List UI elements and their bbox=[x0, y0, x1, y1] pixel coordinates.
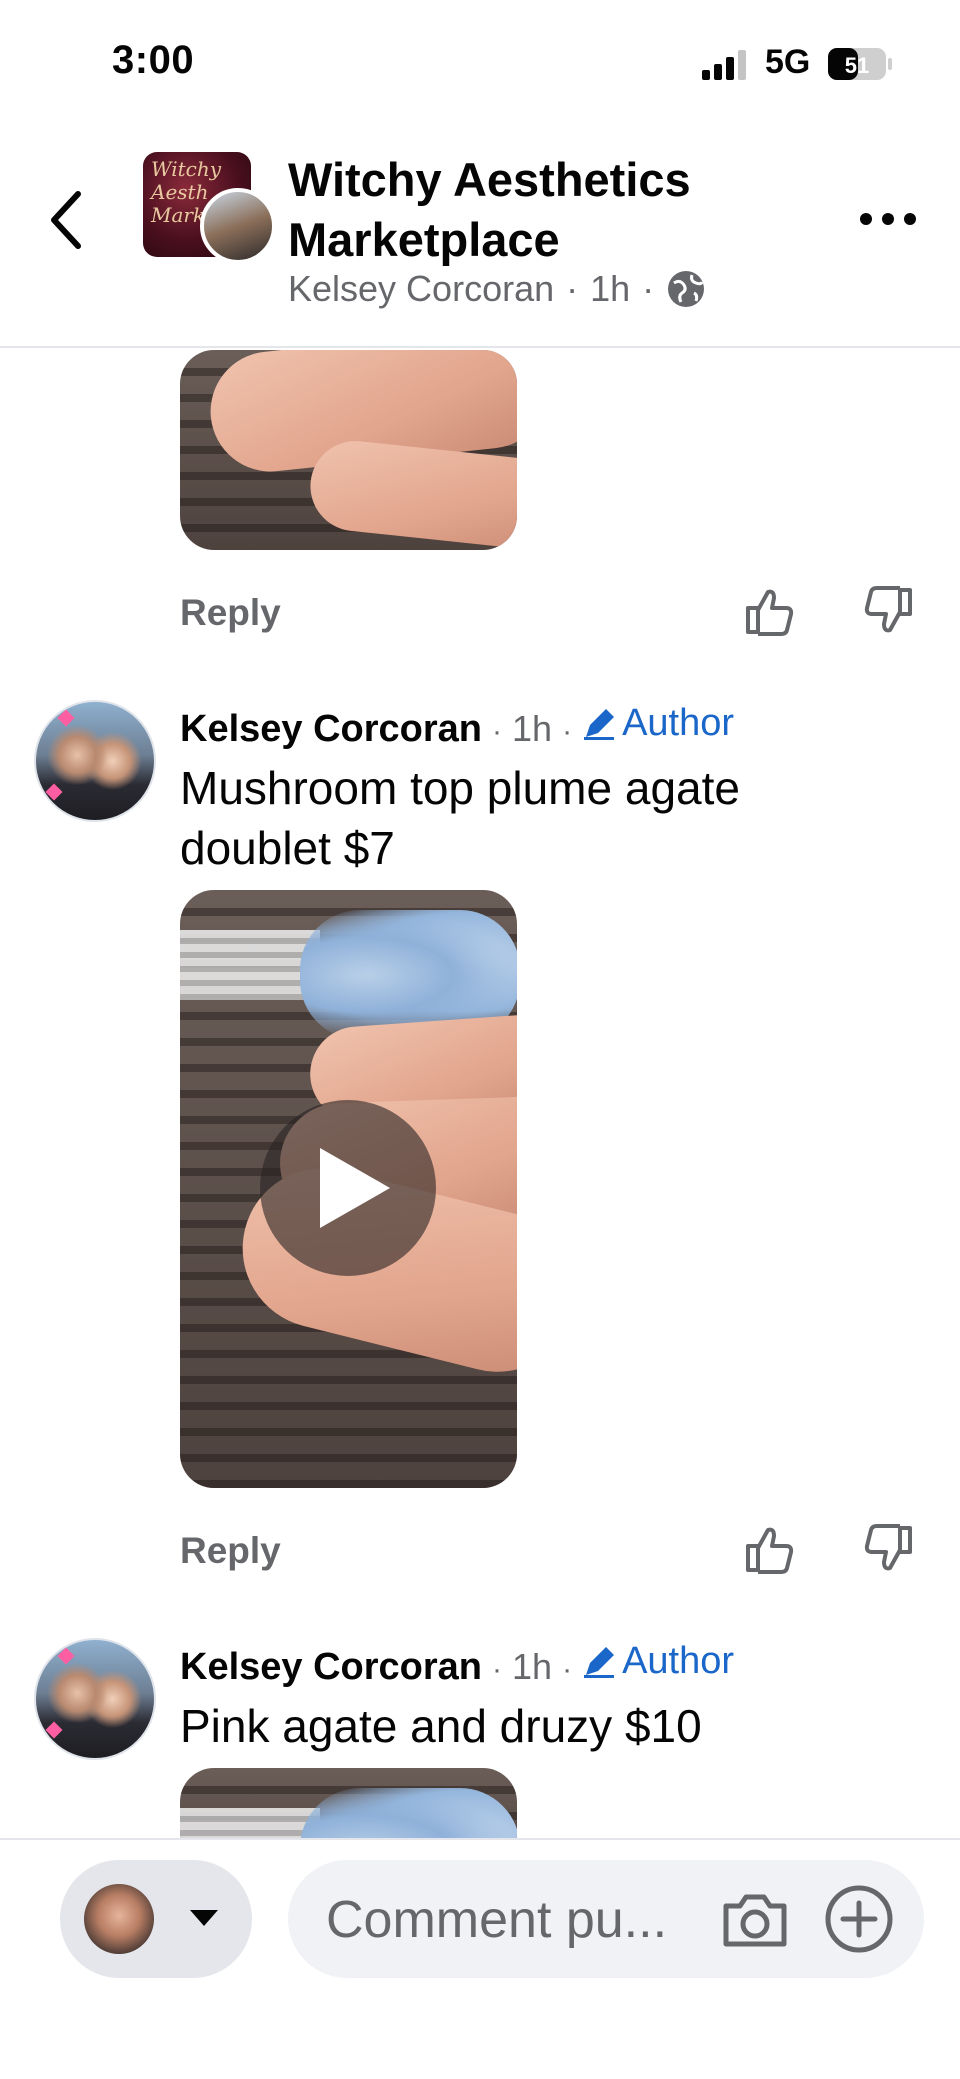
thumbs-up-icon[interactable] bbox=[742, 584, 796, 638]
add-icon[interactable] bbox=[824, 1884, 894, 1954]
author-badge: Author bbox=[582, 1640, 734, 1683]
comment-header: Kelsey Corcoran · 1h · Author bbox=[180, 1640, 734, 1689]
play-button[interactable] bbox=[260, 1100, 436, 1276]
back-arrow-icon[interactable] bbox=[44, 180, 92, 260]
commenter-name[interactable]: Kelsey Corcoran bbox=[180, 1646, 482, 1689]
pencil-icon bbox=[584, 708, 615, 740]
camera-icon[interactable] bbox=[720, 1890, 790, 1950]
heart-decoration bbox=[57, 1647, 75, 1665]
author-badge: Author bbox=[582, 702, 734, 745]
globe-icon bbox=[668, 271, 705, 307]
post-header: Witchy Aesth Mark Witchy Aesthetics Market… bbox=[0, 130, 960, 348]
play-icon bbox=[320, 1148, 390, 1228]
post-time[interactable]: 1h bbox=[590, 268, 630, 310]
comment-time[interactable]: 1h bbox=[512, 1646, 552, 1688]
thumbs-down-icon[interactable] bbox=[862, 1522, 916, 1576]
comment-header: Kelsey Corcoran · 1h · Author bbox=[180, 702, 734, 751]
author-badge-label: Author bbox=[622, 702, 735, 744]
comment-text: Pink agate and druzy $10 bbox=[180, 1700, 702, 1752]
video-blinds bbox=[180, 930, 320, 1000]
thumbs-up-icon[interactable] bbox=[742, 1522, 796, 1576]
comment-actions: Reply bbox=[0, 584, 960, 644]
comment-time[interactable]: 1h bbox=[512, 708, 552, 750]
battery-icon: 51 bbox=[828, 48, 892, 80]
comment-composer: Comment pu... bbox=[0, 1838, 960, 2079]
reply-button[interactable]: Reply bbox=[180, 592, 281, 634]
group-title[interactable]: Witchy Aesthetics Marketplace bbox=[288, 150, 848, 270]
pencil-icon bbox=[584, 1646, 615, 1678]
author-avatar[interactable] bbox=[200, 188, 276, 264]
heart-decoration bbox=[45, 783, 63, 801]
network-label: 5G bbox=[765, 43, 811, 81]
profile-switcher[interactable] bbox=[60, 1860, 252, 1978]
heart-decoration bbox=[57, 709, 75, 727]
separator-dot: · bbox=[562, 1652, 573, 1686]
post-byline: Kelsey Corcoran · 1h · bbox=[288, 268, 706, 310]
status-bar: 3:00 5G 51 bbox=[0, 0, 960, 130]
separator-dot: · bbox=[492, 1652, 503, 1686]
heart-decoration bbox=[45, 1721, 63, 1739]
separator-dot: · bbox=[562, 714, 573, 748]
separator-dot: · bbox=[566, 268, 579, 309]
commenter-avatar[interactable] bbox=[34, 700, 156, 822]
thumbs-down-icon[interactable] bbox=[862, 584, 916, 638]
commenter-name[interactable]: Kelsey Corcoran bbox=[180, 708, 482, 751]
comment-text: Mushroom top plume agate doublet $7 bbox=[180, 762, 740, 874]
post-author[interactable]: Kelsey Corcoran bbox=[288, 268, 554, 310]
separator-dot: · bbox=[492, 714, 503, 748]
current-user-avatar bbox=[84, 1884, 154, 1954]
status-time: 3:00 bbox=[112, 38, 195, 82]
comment-actions: Reply bbox=[0, 1522, 960, 1582]
author-badge-label: Author bbox=[622, 1640, 735, 1682]
comment-video[interactable] bbox=[180, 890, 517, 1488]
reply-button[interactable]: Reply bbox=[180, 1530, 281, 1572]
more-options-icon[interactable] bbox=[858, 204, 918, 234]
separator-dot: · bbox=[642, 268, 655, 309]
caret-down-icon bbox=[190, 1910, 218, 1926]
comment-input[interactable]: Comment pu... bbox=[288, 1860, 924, 1978]
battery-level: 51 bbox=[845, 53, 869, 78]
comment-photo[interactable] bbox=[180, 350, 517, 550]
commenter-avatar[interactable] bbox=[34, 1638, 156, 1760]
comment-input-placeholder: Comment pu... bbox=[326, 1891, 668, 1949]
signal-icon bbox=[702, 50, 746, 80]
